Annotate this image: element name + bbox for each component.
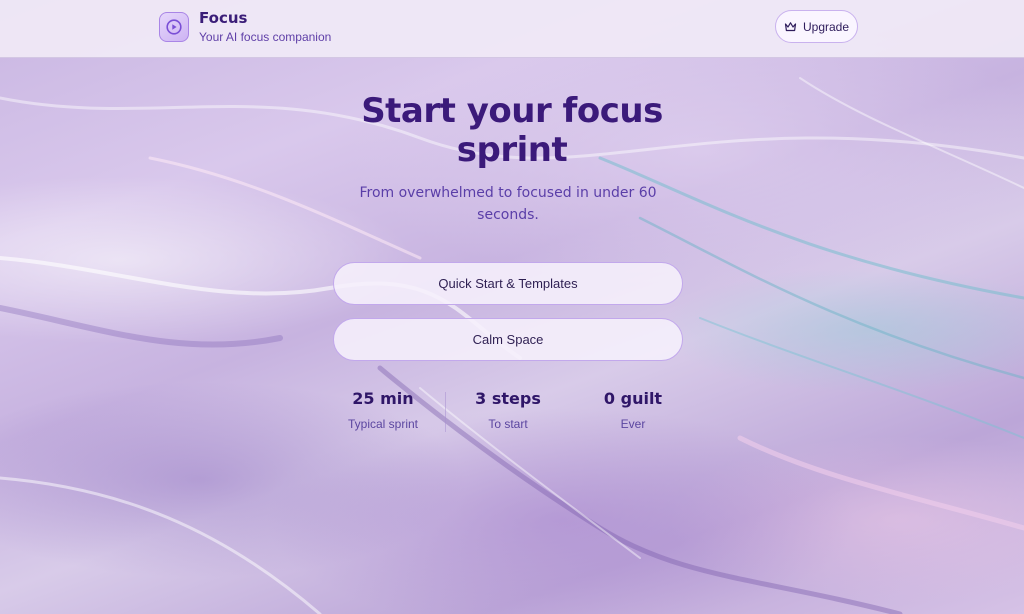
stat-steps: 3 steps To start	[443, 388, 573, 431]
app-header: Focus Your AI focus companion Upgrade	[0, 0, 1024, 58]
hero-subtitle: From overwhelmed to focused in under 60 …	[359, 185, 657, 223]
stat-label: To start	[488, 417, 528, 431]
brand-subtitle: Your AI focus companion	[199, 30, 332, 44]
brand-title: Focus	[199, 9, 248, 27]
stat-sprint: 25 min Typical sprint	[318, 388, 448, 431]
crown-icon	[784, 21, 797, 31]
stat-guilt: 0 guilt Ever	[568, 388, 698, 431]
stat-label: Typical sprint	[347, 417, 419, 431]
stat-value: 0 guilt	[603, 389, 663, 408]
quick-start-button[interactable]: Quick Start & Templates	[333, 262, 683, 305]
calm-space-label: Calm Space	[472, 332, 544, 347]
quick-start-label: Quick Start & Templates	[438, 276, 578, 291]
calm-space-button[interactable]: Calm Space	[333, 318, 683, 361]
stat-value: 3 steps	[475, 389, 541, 408]
stat-value: 25 min	[352, 389, 414, 408]
stat-label: Ever	[620, 417, 646, 431]
upgrade-label: Upgrade	[802, 19, 850, 34]
play-circle-icon	[166, 19, 182, 35]
upgrade-button[interactable]: Upgrade	[775, 10, 858, 43]
app-logo[interactable]	[159, 12, 189, 42]
hero-title: Start your focus sprint	[361, 91, 663, 170]
